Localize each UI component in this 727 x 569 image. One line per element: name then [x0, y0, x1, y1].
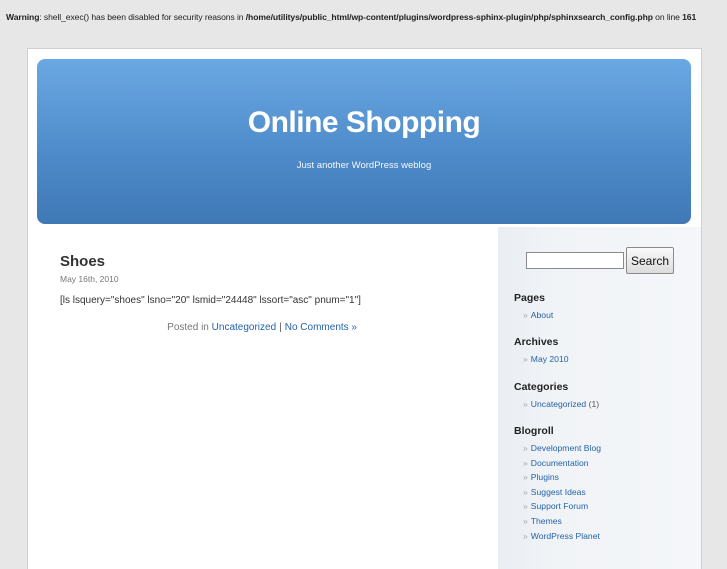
list-item: » May 2010: [523, 352, 569, 367]
blogroll-link[interactable]: WordPress Planet: [531, 531, 600, 541]
raquo-icon: »: [523, 310, 528, 320]
list-item: » Themes: [523, 514, 601, 529]
list-item: » About: [523, 308, 553, 323]
warning-path: /home/utilitys/public_html/wp-content/pl…: [245, 12, 653, 22]
site-title-link[interactable]: Online Shopping: [37, 106, 691, 140]
site-description: Just another WordPress weblog: [296, 160, 432, 171]
category-count: (1): [588, 399, 600, 409]
blogroll-link[interactable]: Suggest Ideas: [531, 487, 586, 497]
warning-line-text: on line: [652, 12, 683, 22]
list-item: » Support Forum: [523, 499, 601, 514]
list-item: » Plugins: [523, 470, 601, 485]
comments-link[interactable]: No Comments »: [285, 322, 357, 333]
list-item: » Uncategorized (1): [523, 397, 599, 412]
categories-list: » Uncategorized (1): [523, 397, 599, 412]
site-header: Online Shopping Just another WordPress w…: [37, 59, 691, 224]
warning-line-number: 161: [682, 12, 697, 22]
post-content: [ls lsquery="shoes" lsno="20" lsmid="244…: [60, 295, 361, 306]
pages-widget-title: Pages: [514, 292, 545, 304]
blogroll-link[interactable]: Themes: [531, 516, 562, 526]
list-item: » Suggest Ideas: [523, 485, 601, 500]
warning-label: Warning: [6, 12, 40, 22]
post-category-link[interactable]: Uncategorized: [212, 322, 276, 333]
raquo-icon: »: [523, 457, 528, 468]
meta-separator: |: [279, 322, 282, 333]
warning-message: : shell_exec() has been disabled for sec…: [39, 12, 246, 22]
search-button[interactable]: Search: [626, 247, 674, 274]
blogroll-link[interactable]: Documentation: [531, 458, 589, 468]
raquo-icon: »: [523, 354, 528, 364]
raquo-icon: »: [523, 515, 528, 526]
raquo-icon: »: [523, 501, 528, 512]
blogroll-link[interactable]: Support Forum: [531, 501, 588, 511]
categories-widget-title: Categories: [514, 381, 569, 393]
raquo-icon: »: [523, 399, 528, 409]
raquo-icon: »: [523, 443, 528, 453]
list-item: » Development Blog: [523, 441, 601, 456]
raquo-icon: »: [523, 486, 528, 497]
archive-link-may-2010[interactable]: May 2010: [531, 354, 569, 364]
blogroll-link[interactable]: Development Blog: [531, 443, 601, 453]
raquo-icon: »: [523, 530, 528, 541]
php-warning: Warning: shell_exec() has been disabled …: [6, 12, 726, 22]
post-date: May 16th, 2010: [60, 274, 119, 284]
posted-in-label: Posted in: [167, 322, 212, 333]
blogroll-link[interactable]: Plugins: [531, 472, 559, 482]
list-item: » Documentation: [523, 456, 601, 471]
pages-list: » About: [523, 308, 553, 323]
post-title[interactable]: Shoes: [60, 253, 105, 270]
raquo-icon: »: [523, 472, 528, 483]
page-container: Online Shopping Just another WordPress w…: [27, 48, 702, 569]
page-link-about[interactable]: About: [531, 310, 553, 320]
archives-list: » May 2010: [523, 352, 569, 367]
blogroll-widget-title: Blogroll: [514, 425, 554, 437]
list-item: » WordPress Planet: [523, 529, 601, 544]
archives-widget-title: Archives: [514, 336, 559, 348]
category-link-uncategorized[interactable]: Uncategorized: [531, 399, 586, 409]
search-input[interactable]: [526, 252, 624, 269]
blogroll-list: » Development Blog » Documentation » Plugin…: [523, 441, 601, 543]
post-meta: Posted in Uncategorized | No Comments »: [167, 322, 357, 333]
sidebar: Search Pages » About Archives » May 2010 C…: [498, 227, 701, 569]
